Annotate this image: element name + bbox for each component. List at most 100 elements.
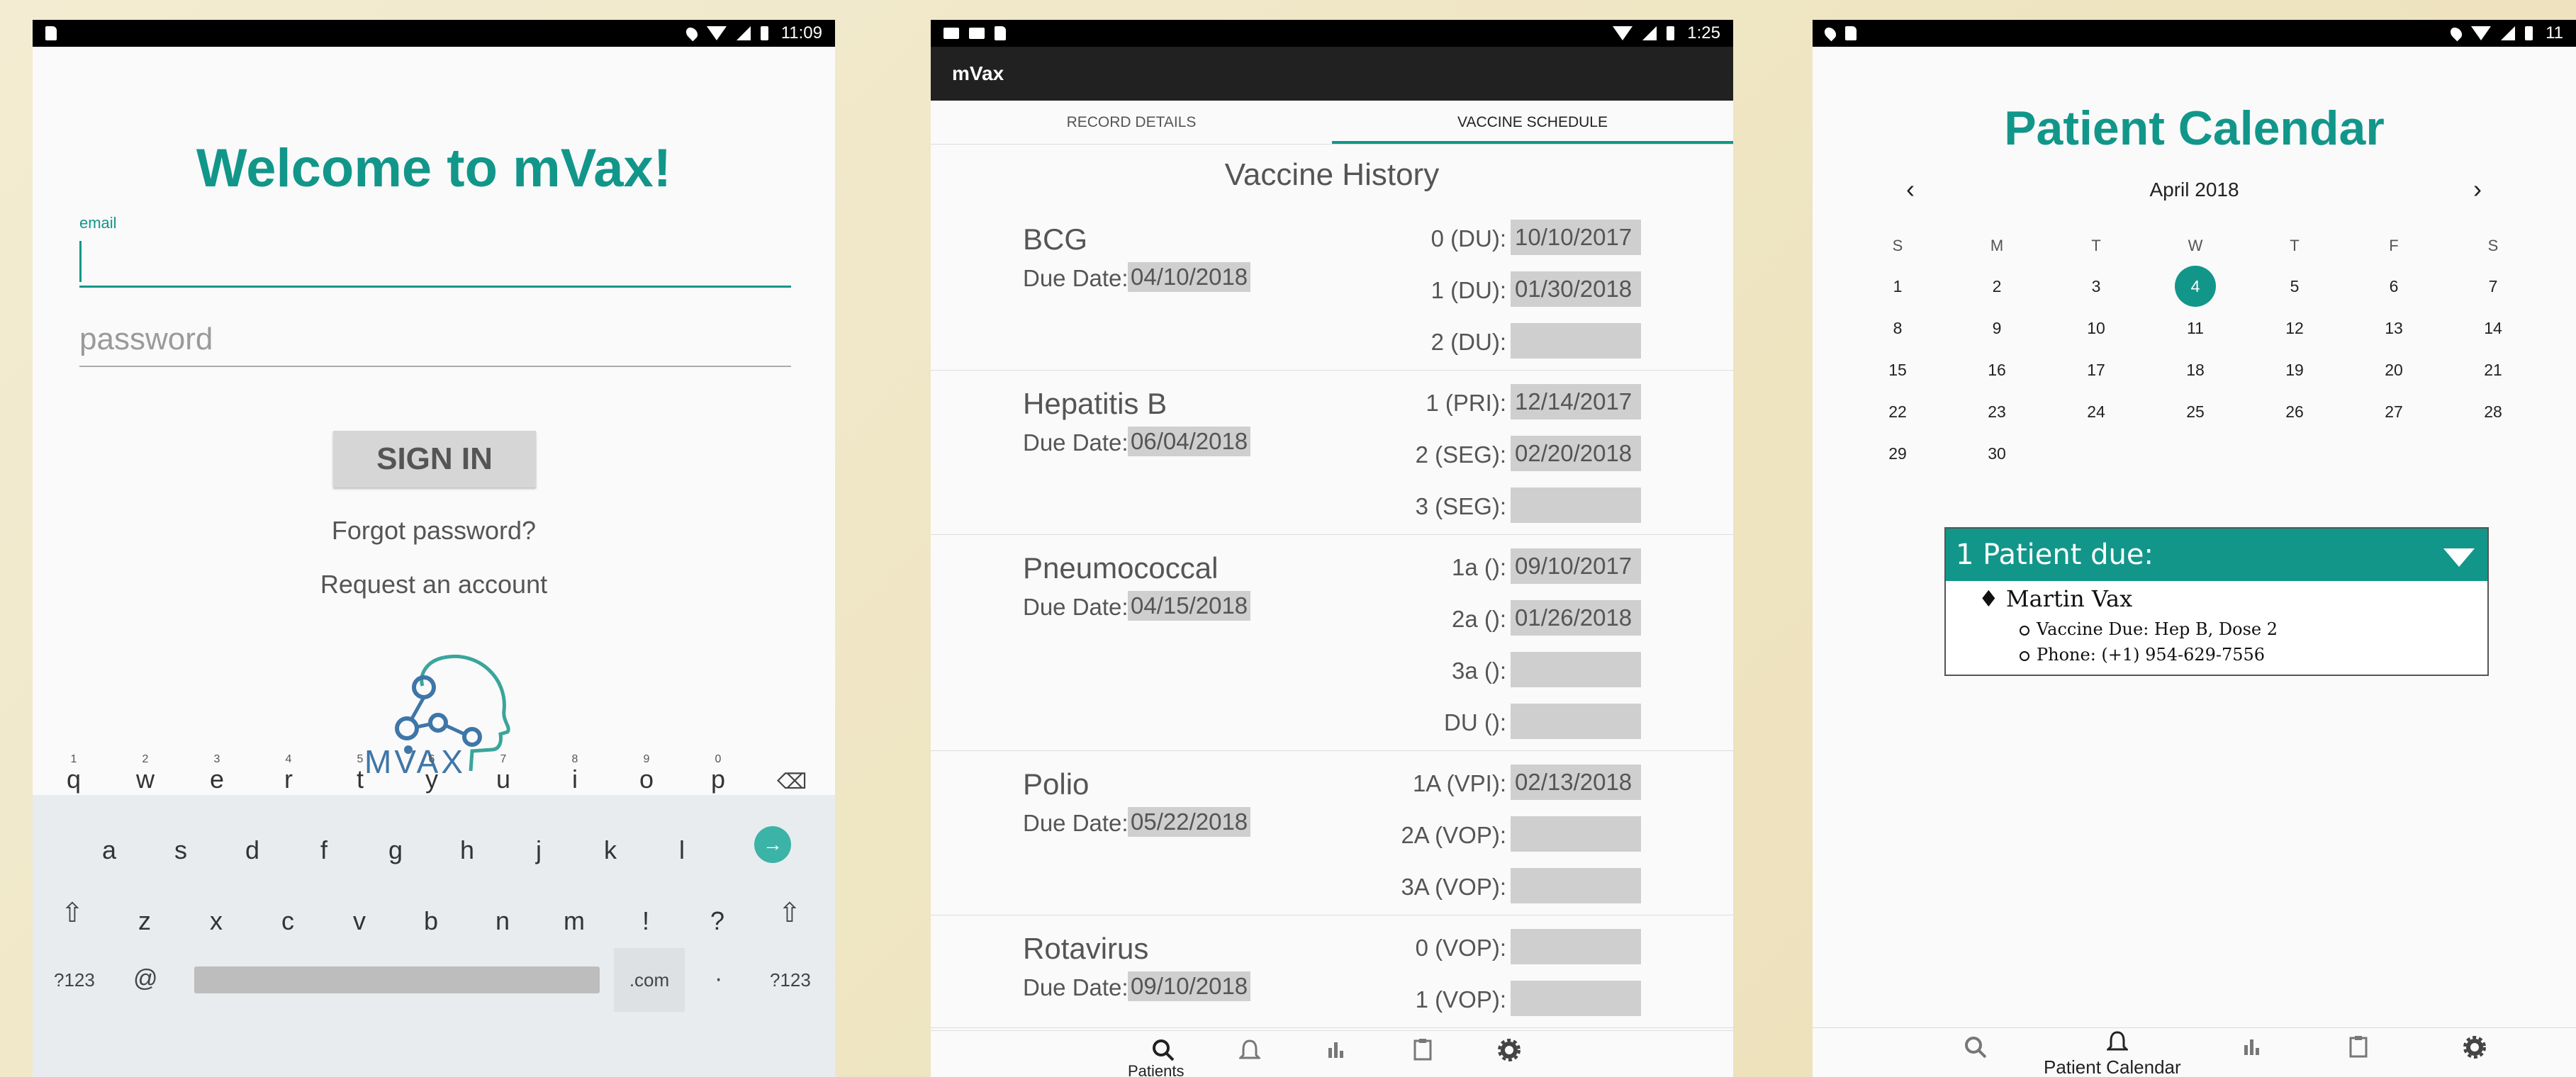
- chevron-right-icon[interactable]: ›: [2473, 174, 2482, 204]
- calendar-day[interactable]: 10: [2075, 308, 2117, 349]
- calendar-day[interactable]: 19: [2273, 349, 2316, 390]
- dose-date-field[interactable]: [1511, 704, 1641, 739]
- space-key[interactable]: [194, 966, 600, 993]
- dose-date-field[interactable]: 12/14/2017: [1511, 384, 1641, 419]
- chart-icon[interactable]: [1315, 1038, 1357, 1065]
- key-b[interactable]: b: [403, 893, 459, 949]
- calendar-day[interactable]: 17: [2075, 349, 2117, 390]
- key-e[interactable]: e3: [189, 751, 245, 808]
- calendar-day[interactable]: 6: [2373, 266, 2415, 307]
- dose-date-field[interactable]: [1511, 487, 1641, 523]
- calendar-day[interactable]: 12: [2273, 308, 2316, 349]
- patient-name[interactable]: ♦ Martin Vax: [1978, 585, 2132, 612]
- calendar-day[interactable]: 21: [2472, 349, 2514, 390]
- key-g[interactable]: g: [367, 822, 424, 879]
- key-j[interactable]: j: [510, 822, 567, 879]
- dropdown-arrow-icon[interactable]: [2443, 548, 2475, 567]
- calendar-day[interactable]: 9: [1976, 308, 2018, 349]
- tab-record-details[interactable]: RECORD DETAILS: [931, 101, 1332, 144]
- calendar-day[interactable]: 15: [1876, 349, 1919, 390]
- calendar-day[interactable]: 7: [2472, 266, 2514, 307]
- calendar-day[interactable]: 13: [2373, 308, 2415, 349]
- sign-in-button[interactable]: SIGN IN: [333, 431, 536, 487]
- shift-icon[interactable]: ⇧: [61, 897, 84, 929]
- calendar-day[interactable]: 28: [2472, 391, 2514, 432]
- calendar-day[interactable]: 20: [2373, 349, 2415, 390]
- gear-icon[interactable]: [2453, 1035, 2496, 1065]
- calendar-day[interactable]: 18: [2174, 349, 2217, 390]
- key-z[interactable]: z: [116, 893, 173, 949]
- key-v[interactable]: v: [331, 893, 388, 949]
- calendar-day[interactable]: 11: [2174, 308, 2217, 349]
- calendar-day[interactable]: 16: [1976, 349, 2018, 390]
- key-k[interactable]: k: [582, 822, 639, 879]
- calendar-day[interactable]: 4: [2174, 266, 2217, 307]
- calendar-day[interactable]: 30: [1976, 433, 2018, 474]
- key-x[interactable]: x: [188, 893, 245, 949]
- key-d[interactable]: d: [224, 822, 281, 879]
- dose-date-field[interactable]: 09/10/2017: [1511, 548, 1641, 584]
- symbols-key-right[interactable]: ?123: [770, 969, 811, 991]
- key-f[interactable]: f: [296, 822, 352, 879]
- dose-date-field[interactable]: 02/13/2018: [1511, 765, 1641, 800]
- dose-date-field[interactable]: [1511, 981, 1641, 1016]
- calendar-day[interactable]: 8: [1876, 308, 1919, 349]
- key-r[interactable]: r4: [260, 751, 317, 808]
- gear-icon[interactable]: [1488, 1038, 1530, 1068]
- calendar-day[interactable]: 23: [1976, 391, 2018, 432]
- calendar-day[interactable]: 1: [1876, 266, 1919, 307]
- key-h[interactable]: h: [439, 822, 495, 879]
- search-icon[interactable]: [1954, 1035, 1997, 1065]
- due-date-value[interactable]: 04/15/2018: [1128, 591, 1251, 621]
- due-date-value[interactable]: 05/22/2018: [1128, 807, 1251, 837]
- tab-vaccine-schedule[interactable]: VACCINE SCHEDULE: [1332, 101, 1733, 144]
- key-m[interactable]: m: [546, 893, 603, 949]
- key-n[interactable]: n: [474, 893, 531, 949]
- calendar-day[interactable]: 3: [2075, 266, 2117, 307]
- dotcom-key[interactable]: .com: [614, 948, 685, 1012]
- dose-date-field[interactable]: [1511, 868, 1641, 903]
- key-u[interactable]: u7: [475, 751, 532, 808]
- bell-icon[interactable]: [1228, 1038, 1271, 1068]
- key-l[interactable]: l: [654, 822, 710, 879]
- key-s[interactable]: s: [152, 822, 209, 879]
- calendar-day[interactable]: 2: [1976, 266, 2018, 307]
- key-?[interactable]: ?: [689, 893, 746, 949]
- calendar-day[interactable]: 25: [2174, 391, 2217, 432]
- calendar-day[interactable]: 5: [2273, 266, 2316, 307]
- calendar-day[interactable]: 29: [1876, 433, 1919, 474]
- dose-date-field[interactable]: 01/30/2018: [1511, 271, 1641, 307]
- period-key[interactable]: ·: [715, 965, 722, 993]
- symbols-key[interactable]: ?123: [54, 969, 95, 991]
- calendar-day[interactable]: 22: [1876, 391, 1919, 432]
- dose-date-field[interactable]: [1511, 652, 1641, 687]
- key-o[interactable]: o9: [618, 751, 675, 808]
- calendar-day[interactable]: 26: [2273, 391, 2316, 432]
- dose-date-field[interactable]: [1511, 323, 1641, 359]
- key-y[interactable]: y6: [403, 751, 460, 808]
- forgot-password-link[interactable]: Forgot password?: [33, 516, 835, 546]
- calendar-day[interactable]: 24: [2075, 391, 2117, 432]
- chart-icon[interactable]: [2231, 1035, 2273, 1062]
- dose-date-field[interactable]: [1511, 929, 1641, 964]
- shift-icon-right[interactable]: ⇧: [778, 897, 801, 929]
- dose-date-field[interactable]: 10/10/2017: [1511, 220, 1641, 255]
- dose-date-field[interactable]: 01/26/2018: [1511, 600, 1641, 636]
- key-i[interactable]: i8: [547, 751, 603, 808]
- key-c[interactable]: c: [259, 893, 316, 949]
- at-key[interactable]: @: [133, 965, 158, 993]
- key-![interactable]: !: [617, 893, 674, 949]
- due-header[interactable]: 1 Patient due:: [1946, 529, 2487, 581]
- clipboard-icon[interactable]: [1401, 1038, 1444, 1066]
- key-t[interactable]: t5: [332, 751, 388, 808]
- next-key-icon[interactable]: [754, 826, 791, 863]
- key-q[interactable]: q1: [45, 751, 102, 808]
- dose-date-field[interactable]: 02/20/2018: [1511, 436, 1641, 471]
- calendar-day[interactable]: 14: [2472, 308, 2514, 349]
- due-date-value[interactable]: 04/10/2018: [1128, 262, 1251, 292]
- due-date-value[interactable]: 06/04/2018: [1128, 427, 1251, 456]
- due-date-value[interactable]: 09/10/2018: [1128, 971, 1251, 1001]
- clipboard-icon[interactable]: [2337, 1035, 2380, 1064]
- backspace-icon[interactable]: ⌫: [777, 769, 807, 794]
- key-w[interactable]: w2: [117, 751, 174, 808]
